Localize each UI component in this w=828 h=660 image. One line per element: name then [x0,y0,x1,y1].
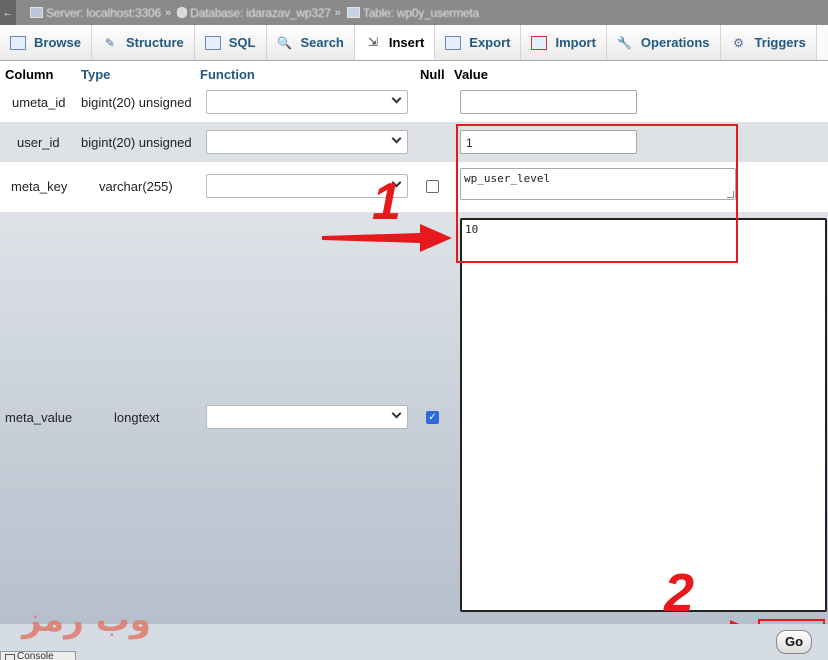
step-number-1: 1 [372,173,401,231]
console-toggle[interactable]: Console [0,651,76,660]
watermark-logo: وب رمز [22,600,154,640]
annotation-arrows [322,224,760,646]
go-button[interactable]: Go [776,630,812,654]
step-number-2: 2 [664,563,695,623]
